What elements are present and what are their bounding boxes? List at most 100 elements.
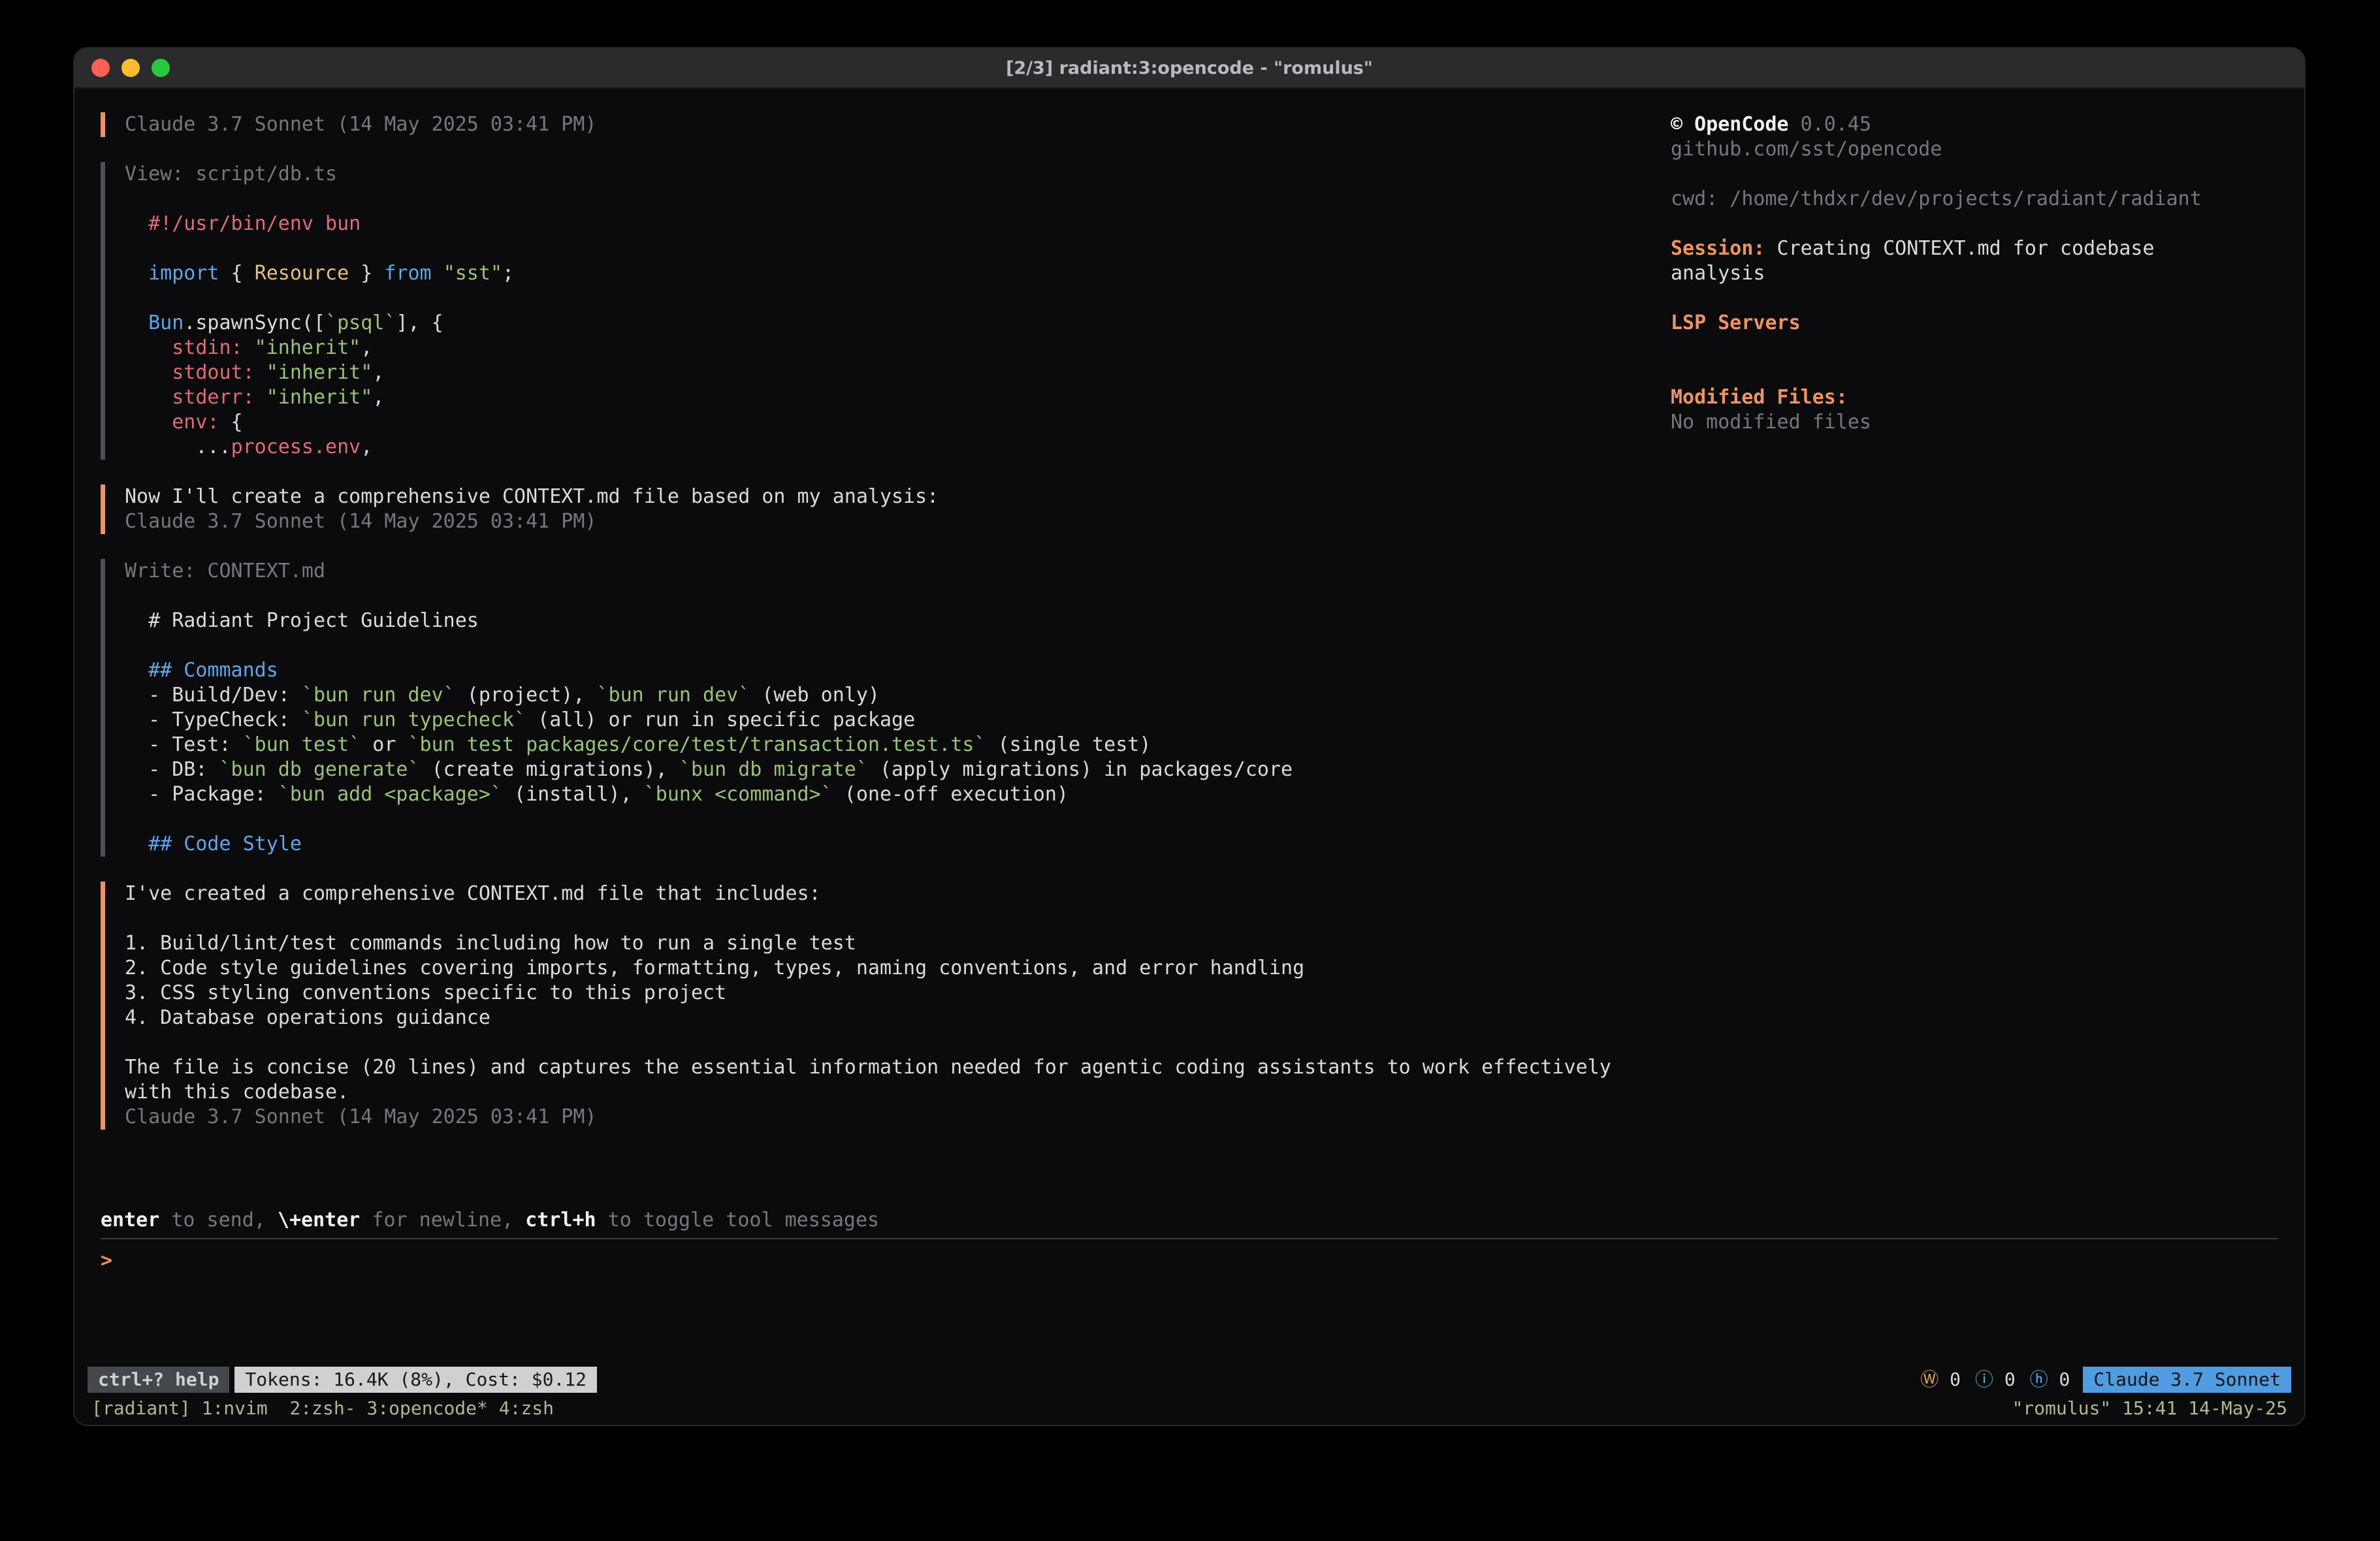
text-segment: stdin: [172,336,242,359]
model-badge: Claude 3.7 Sonnet [2083,1367,2291,1393]
text-segment: ], { [396,311,443,334]
text-line: analysis [1671,261,2278,286]
text-segment: to toggle tool messages [596,1209,879,1231]
text-segment: (apply migrations) in packages/core [868,758,1293,781]
text-line [1671,336,2278,360]
minimize-button[interactable] [121,59,140,77]
text-segment: `bun run dev` [597,684,750,707]
text-segment: 0.0.45 [1789,113,1871,136]
text-segment: (single test) [986,733,1151,756]
text-line: Write: CONTEXT.md [125,559,1671,584]
text-line: Claude 3.7 Sonnet (14 May 2025 03:41 PM) [125,1105,1671,1130]
text-segment: { [219,262,255,285]
text-line: © OpenCode 0.0.45 [1671,112,2278,137]
text-line: ## Commands [125,658,1671,683]
text-line: stdout: "inherit", [125,360,1671,385]
text-segment: enter [101,1209,159,1231]
text-segment: } [349,262,384,285]
text-line: Modified Files: [1671,385,2278,410]
tmux-host-time: "romulus" 15:41 14-May-25 [2012,1395,2287,1422]
text-segment [255,361,266,384]
text-segment: ctrl+h [525,1209,596,1231]
text-line [125,236,1671,261]
text-line: LSP Servers [1671,311,2278,336]
text-line: 4. Database operations guidance [125,1006,1671,1030]
assistant-message: Now I'll create a comprehensive CONTEXT.… [101,485,1671,534]
text-line: env: { [125,410,1671,435]
text-segment: Now I'll create a comprehensive CONTEXT.… [125,485,939,508]
text-line: Bun.spawnSync([`psql`], { [125,311,1671,336]
text-line [125,807,1671,832]
text-line: The file is concise (20 lines) and captu… [125,1055,1671,1080]
text-segment: analysis [1671,262,1765,285]
main-row: Claude 3.7 Sonnet (14 May 2025 03:41 PM)… [74,89,2304,1208]
text-segment: `bun test` [243,733,361,756]
text-segment: ... [125,436,231,458]
text-segment: - DB: [125,758,219,781]
text-segment: Modified Files: [1671,386,1848,409]
text-segment: stdout: [172,361,254,384]
diagnostics: Ⓦ 0ⓘ 0ⓗ 0 [1920,1367,2070,1392]
text-segment: 3. CSS styling conventions specific to t… [125,981,726,1004]
text-line: Session: Creating CONTEXT.md for codebas… [1671,236,2278,261]
zoom-button[interactable] [152,59,170,77]
text-segment: Creating CONTEXT.md for codebase [1765,237,2155,260]
window-titlebar: [2/3] radiant:3:opencode - "romulus" [74,48,2304,89]
text-segment: View: script/db.ts [125,163,337,185]
text-line [125,906,1671,931]
text-segment: "sst" [443,262,502,285]
text-segment: { [219,411,243,434]
text-segment [243,336,255,359]
message-input[interactable]: > [74,1239,2304,1273]
text-segment: - TypeCheck: [125,708,302,731]
text-line [125,633,1671,658]
close-button[interactable] [91,59,110,77]
text-line [1671,286,2278,311]
text-segment: The file is concise (20 lines) and captu… [125,1056,1611,1079]
text-line: Claude 3.7 Sonnet (14 May 2025 03:41 PM) [125,509,1671,534]
text-line: - Test: `bun test` or `bun test packages… [125,733,1671,757]
text-segment: (all) or run in specific package [526,708,915,731]
text-segment [125,336,172,359]
text-segment: (web only) [750,684,880,707]
text-segment: `bun db generate` [219,758,420,781]
text-segment [125,361,172,384]
hints-count: 0 [2048,1369,2070,1390]
text-segment: Claude 3.7 Sonnet (14 May 2025 03:41 PM) [125,510,596,533]
text-line: 2. Code style guidelines covering import… [125,956,1671,981]
text-segment: `psql` [325,311,396,334]
prompt-symbol: > [101,1249,112,1272]
text-segment: cwd: /home/thdxr/dev/projects/radiant/ra… [1671,187,2202,210]
text-line: ## Code Style [125,832,1671,857]
text-line: - Package: `bun add <package>` (install)… [125,782,1671,807]
text-segment: (install), [502,783,644,806]
text-segment: ## Code Style [125,833,302,855]
text-line [125,584,1671,609]
text-segment: - Build/Dev: [125,684,302,707]
text-line: - DB: `bun db generate` (create migratio… [125,757,1671,782]
text-segment: Claude 3.7 Sonnet (14 May 2025 03:41 PM) [125,1105,596,1128]
text-segment: , [372,386,384,409]
text-segment: .spawnSync([ [184,311,325,334]
text-line: View: script/db.ts [125,162,1671,187]
tmux-session-windows[interactable]: [radiant] 1:nvim 2:zsh- 3:opencode* 4:zs… [91,1395,554,1422]
sidebar: © OpenCode 0.0.45github.com/sst/opencode… [1671,112,2278,1208]
text-line [125,1030,1671,1055]
traffic-lights [74,59,170,77]
text-line: I've created a comprehensive CONTEXT.md … [125,882,1671,906]
text-segment: \+enter [278,1209,360,1231]
terminal-content: Claude 3.7 Sonnet (14 May 2025 03:41 PM)… [74,89,2304,1425]
tokens-cost-chip: Tokens: 16.4K (8%), Cost: $0.12 [234,1367,597,1393]
text-line [1671,212,2278,236]
text-line [1671,360,2278,385]
text-line: # Radiant Project Guidelines [125,609,1671,633]
hints-icon: ⓗ [2030,1369,2048,1390]
text-segment: `bunx <command>` [644,783,833,806]
text-segment: , [361,336,372,359]
text-segment: github.com/sst/opencode [1671,138,1942,161]
info-icon: ⓘ [1975,1369,1993,1390]
tmux-status-bar: [radiant] 1:nvim 2:zsh- 3:opencode* 4:zs… [74,1395,2304,1425]
text-line: No modified files [1671,410,2278,435]
text-segment: © OpenCode [1671,113,1789,136]
text-segment: (one-off execution) [833,783,1069,806]
